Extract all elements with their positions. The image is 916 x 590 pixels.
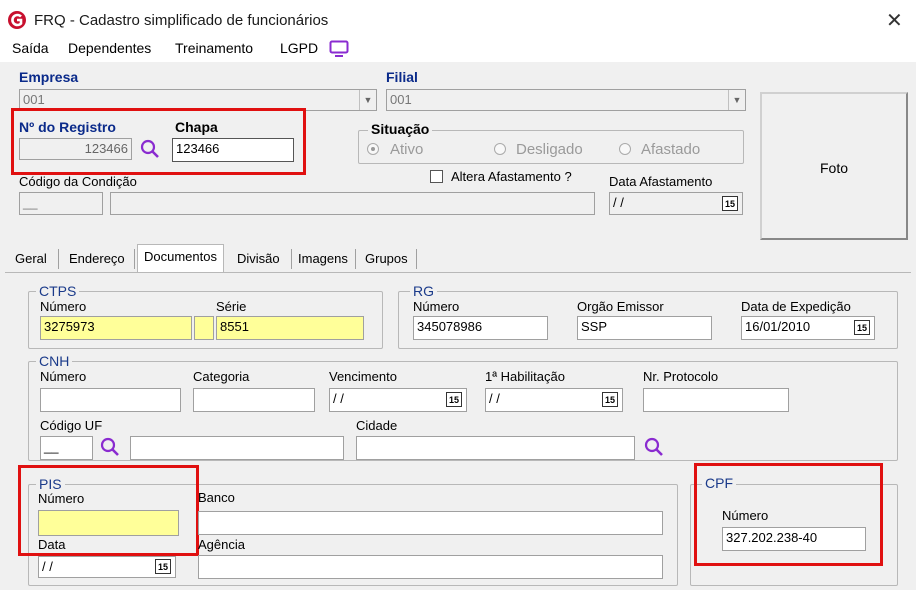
calendar-icon[interactable]: 15	[602, 392, 618, 407]
data-afastamento-label: Data Afastamento	[609, 174, 713, 189]
menu-lgpd[interactable]: LGPD	[280, 40, 318, 56]
cnh-numero-label: Número	[40, 369, 87, 384]
banco-label: Banco	[198, 490, 235, 505]
tab-separator	[58, 249, 59, 269]
tab-endereco[interactable]: Endereço	[63, 247, 131, 271]
data-afastamento-field[interactable]: / / 15	[609, 192, 743, 215]
cnh-codigo-uf-field[interactable]: __	[40, 436, 93, 460]
tab-imagens[interactable]: Imagens	[292, 247, 354, 271]
situacao-radio-afastado[interactable]	[619, 143, 631, 155]
close-button[interactable]: ✕	[886, 8, 903, 33]
pis-data-value: / /	[42, 559, 53, 574]
foto-label: Foto	[820, 160, 849, 176]
cnh-protocolo-label: Nr. Protocolo	[643, 369, 719, 384]
lgpd-monitor-icon[interactable]	[329, 40, 349, 58]
cnh-codigo-uf-label: Código UF	[40, 418, 103, 433]
calendar-icon[interactable]: 15	[854, 320, 870, 335]
empresa-label: Empresa	[19, 69, 79, 85]
chevron-down-icon[interactable]: ▼	[728, 90, 745, 110]
filial-value: 001	[390, 92, 412, 107]
rg-numero-label: Número	[413, 299, 460, 314]
ctps-serie-label: Série	[216, 299, 247, 314]
cnh-vencimento-field[interactable]: / / 15	[329, 388, 467, 412]
agencia-label: Agência	[198, 537, 245, 552]
calendar-icon[interactable]: 15	[722, 196, 738, 211]
condicao-descricao-field	[110, 192, 595, 215]
tab-divisao[interactable]: Divisão	[231, 247, 286, 271]
calendar-icon[interactable]: 15	[155, 559, 171, 574]
rg-numero-field[interactable]: 345078986	[413, 316, 548, 340]
cnh-protocolo-field[interactable]	[643, 388, 789, 412]
codigo-condicao-label: Código da Condição	[19, 174, 137, 189]
tab-documentos[interactable]: Documentos	[137, 244, 224, 272]
window-title: FRQ - Cadastro simplificado de funcionár…	[34, 12, 329, 29]
cnh-habilitacao-value: / /	[489, 391, 500, 406]
tab-grupos[interactable]: Grupos	[359, 247, 414, 271]
altera-afastamento-checkbox[interactable]	[430, 170, 443, 183]
situacao-radio-ativo[interactable]	[367, 143, 379, 155]
cnh-vencimento-label: Vencimento	[329, 369, 397, 384]
situacao-ativo-label: Ativo	[390, 141, 424, 158]
annotation-box-registro	[11, 108, 306, 175]
rg-orgao-field[interactable]: SSP	[577, 316, 712, 340]
situacao-desligado-label: Desligado	[516, 141, 583, 158]
cnh-uf-descricao-field[interactable]	[130, 436, 344, 460]
photo-box[interactable]: Foto	[760, 92, 908, 240]
cnh-categoria-label: Categoria	[193, 369, 250, 384]
menu-treinamento[interactable]: Treinamento	[175, 40, 253, 56]
chevron-down-icon[interactable]: ▼	[359, 90, 376, 110]
situacao-afastado-label: Afastado	[641, 141, 701, 158]
cnh-title: CNH	[36, 353, 73, 369]
cnh-categoria-field[interactable]	[193, 388, 315, 412]
tab-geral[interactable]: Geral	[9, 247, 53, 271]
rg-data-field[interactable]: 16/01/2010 15	[741, 316, 875, 340]
cnh-cidade-label: Cidade	[356, 418, 398, 433]
situacao-radio-desligado[interactable]	[494, 143, 506, 155]
rg-orgao-label: Orgão Emissor	[577, 299, 664, 314]
codigo-condicao-field[interactable]: __	[19, 192, 103, 215]
rg-data-value: 16/01/2010	[745, 319, 811, 334]
empresa-value: 001	[23, 92, 45, 107]
app-logo-icon	[8, 11, 26, 29]
tab-separator	[355, 249, 356, 269]
rg-title: RG	[410, 283, 437, 299]
ctps-serie-field[interactable]: 8551	[216, 316, 364, 340]
cnh-cidade-field[interactable]	[356, 436, 635, 460]
rg-data-label: Data de Expedição	[741, 299, 851, 314]
filial-select[interactable]: 001 ▼	[386, 89, 746, 111]
annotation-box-cpf	[694, 463, 883, 566]
ctps-uf-field[interactable]	[194, 316, 214, 340]
ctps-title: CTPS	[36, 283, 80, 299]
ctps-numero-field[interactable]: 3275973	[40, 316, 192, 340]
cnh-habilitacao-label: 1ª Habilitação	[485, 369, 565, 384]
ctps-numero-label: Número	[40, 299, 87, 314]
annotation-box-pis	[18, 465, 199, 556]
altera-afastamento-label: Altera Afastamento ?	[451, 169, 572, 184]
cnh-numero-field[interactable]	[40, 388, 181, 412]
agencia-field[interactable]	[198, 555, 663, 579]
situacao-label: Situação	[368, 121, 433, 137]
data-afastamento-value: / /	[613, 195, 624, 210]
banco-field[interactable]	[198, 511, 663, 535]
cnh-habilitacao-field[interactable]: / / 15	[485, 388, 623, 412]
menu-saida[interactable]: Saída	[12, 40, 49, 56]
tab-separator	[416, 249, 417, 269]
calendar-icon[interactable]: 15	[446, 392, 462, 407]
cnh-vencimento-value: / /	[333, 391, 344, 406]
tab-separator	[134, 249, 135, 269]
pis-data-field[interactable]: / / 15	[38, 556, 176, 578]
menu-dependentes[interactable]: Dependentes	[68, 40, 151, 56]
search-icon[interactable]	[99, 436, 121, 458]
filial-label: Filial	[386, 69, 418, 85]
search-icon[interactable]	[643, 436, 665, 458]
